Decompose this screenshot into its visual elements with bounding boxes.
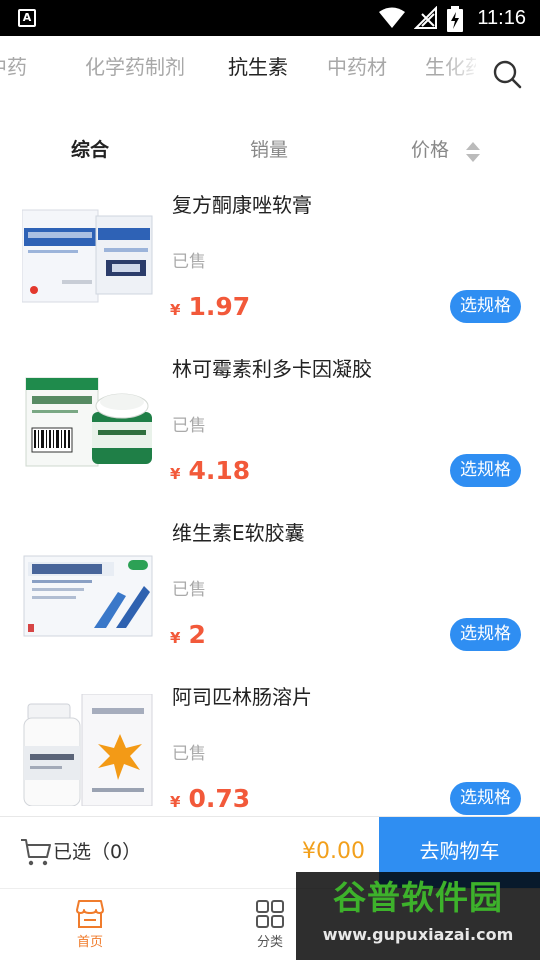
sort-arrows-icon[interactable] — [465, 140, 481, 164]
product-item[interactable]: 维生素E软胶囊 已售 ¥2 选规格 — [0, 508, 540, 672]
search-button[interactable] — [476, 36, 540, 100]
product-item[interactable]: 林可霉素利多卡因凝胶 已售 ¥4.18 选规格 — [0, 344, 540, 508]
sort-sales[interactable]: 销量 — [250, 136, 288, 164]
tab-home[interactable]: 首页 — [40, 889, 140, 961]
category-tabs: 中药 化学药制剂 抗生素 中药材 生化药 — [0, 36, 540, 100]
price-value: 0.73 — [188, 784, 251, 813]
product-price: ¥2 — [170, 618, 206, 655]
shopping-cart-icon[interactable] — [20, 837, 52, 867]
no-signal-icon — [414, 6, 437, 29]
product-sold: 已售 — [172, 580, 206, 600]
sort-comprehensive[interactable]: 综合 — [71, 136, 109, 164]
select-spec-button[interactable]: 选规格 — [450, 454, 521, 487]
watermark-url: www.gupuxiazai.com — [322, 925, 514, 944]
sort-price[interactable]: 价格 — [411, 136, 449, 164]
product-name: 复方酮康唑软膏 — [172, 193, 312, 217]
select-spec-button[interactable]: 选规格 — [450, 782, 521, 815]
product-name: 林可霉素利多卡因凝胶 — [172, 357, 372, 381]
tab-home-label: 首页 — [76, 935, 103, 950]
product-name: 阿司匹林肠溶片 — [172, 685, 312, 709]
product-image-ointment-box — [22, 209, 153, 303]
home-store-icon — [76, 900, 104, 928]
tab-category-1[interactable]: 化学药制剂 — [85, 54, 185, 80]
status-time: 11:16 — [477, 7, 526, 29]
product-price: ¥1.97 — [170, 290, 250, 327]
wifi-icon — [379, 7, 405, 28]
price-value: 2 — [188, 620, 206, 649]
selected-count: 已选（0） — [53, 838, 141, 866]
product-sold: 已售 — [172, 252, 206, 272]
tab-category-0[interactable]: 中药 — [0, 54, 27, 80]
currency-symbol: ¥ — [170, 629, 181, 647]
selected-count-value: （0） — [91, 841, 142, 863]
price-value: 4.18 — [188, 456, 251, 485]
product-name: 维生素E软胶囊 — [172, 521, 305, 545]
selected-label: 已选 — [53, 841, 92, 863]
cart-total: ¥0.00 — [302, 839, 365, 864]
price-value: 1.97 — [188, 292, 251, 321]
product-list: 复方酮康唑软膏 已售 ¥1.97 选规格 林可霉素利多卡因凝胶 已售 ¥4.18… — [0, 180, 540, 816]
product-image-gel-box — [25, 377, 152, 467]
product-price: ¥0.73 — [170, 782, 250, 816]
product-image-tablet-bottle — [23, 694, 153, 806]
status-bar: A 11:16 — [0, 0, 540, 36]
product-item[interactable]: 阿司匹林肠溶片 已售 ¥0.73 选规格 — [0, 672, 540, 816]
app-notification-icon: A — [18, 9, 36, 27]
product-image-capsule-box — [23, 555, 153, 637]
search-icon — [493, 60, 522, 89]
product-price: ¥4.18 — [170, 454, 250, 491]
currency-symbol: ¥ — [170, 793, 181, 811]
currency-symbol: ¥ — [170, 465, 181, 483]
watermark: 谷普软件园 www.gupuxiazai.com — [296, 872, 540, 960]
currency-symbol: ¥ — [170, 301, 181, 319]
tab-category-2[interactable]: 抗生素 — [228, 54, 288, 80]
watermark-logo: 谷普软件园 — [333, 878, 503, 917]
product-item[interactable]: 复方酮康唑软膏 已售 ¥1.97 选规格 — [0, 180, 540, 344]
tab-category-3[interactable]: 中药材 — [327, 54, 387, 80]
product-sold: 已售 — [172, 744, 206, 764]
select-spec-button[interactable]: 选规格 — [450, 618, 521, 651]
battery-charging-icon — [447, 6, 463, 32]
grid-icon — [256, 900, 284, 928]
sort-bar: 综合 销量 价格 — [0, 122, 540, 178]
select-spec-button[interactable]: 选规格 — [450, 290, 521, 323]
product-sold: 已售 — [172, 416, 206, 436]
